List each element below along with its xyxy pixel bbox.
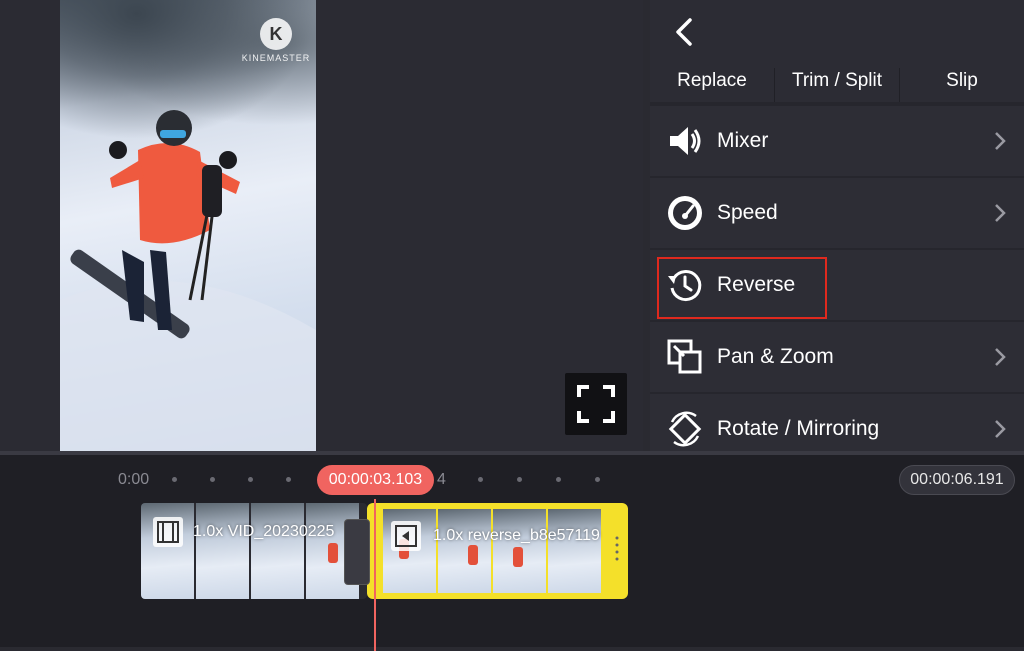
- ruler-tick: [248, 477, 253, 482]
- chevron-right-icon: [995, 204, 1006, 222]
- ruler-tick: [286, 477, 291, 482]
- fullscreen-icon: [577, 385, 615, 423]
- menu-item-mixer[interactable]: Mixer: [650, 106, 1024, 176]
- menu-item-pan-zoom[interactable]: Pan & Zoom: [650, 322, 1024, 392]
- menu-item-label: Mixer: [717, 129, 769, 152]
- transition-handle[interactable]: [344, 519, 370, 585]
- pan-zoom-icon: [667, 339, 702, 374]
- menu-item-label: Speed: [717, 201, 778, 224]
- timeline-clip-1[interactable]: 1.0x VID_20230225: [141, 503, 367, 599]
- timeline[interactable]: 0:00 4 00:00:06.191 1.0x VID_20230225 1.…: [0, 451, 1024, 651]
- chevron-right-icon: [995, 420, 1006, 438]
- ruler-start-label: 0:00: [118, 471, 150, 488]
- speaker-icon: [670, 127, 701, 155]
- ruler-tick: [172, 477, 177, 482]
- kinemaster-watermark: K KINEMASTER: [236, 18, 316, 63]
- ruler-tick: [517, 477, 522, 482]
- ruler-tick: [556, 477, 561, 482]
- clip-resize-handle-icon[interactable]: [614, 533, 620, 563]
- ruler-tick: [210, 477, 215, 482]
- menu-item-label: Rotate / Mirroring: [717, 417, 880, 440]
- video-frame: K KINEMASTER: [60, 0, 316, 451]
- chevron-right-icon: [995, 132, 1006, 150]
- playhead-time: 00:00:03.103: [317, 465, 434, 495]
- film-strip-icon: [153, 517, 183, 547]
- tab-replace[interactable]: Replace: [650, 68, 775, 102]
- clip-thumbnail: [251, 503, 304, 599]
- reverse-highlight-box: [657, 257, 827, 319]
- kinemaster-logo-icon: K: [260, 18, 292, 50]
- clip-title: 1.0x reverse_b8e57119: [433, 527, 600, 544]
- playhead[interactable]: [374, 499, 376, 651]
- clip-thumbnail: [438, 509, 491, 593]
- chevron-right-icon: [995, 348, 1006, 366]
- watermark-text: KINEMASTER: [241, 53, 311, 63]
- ruler-mark-label: 4: [437, 471, 446, 488]
- rotate-icon: [668, 411, 702, 447]
- total-duration: 00:00:06.191: [899, 465, 1015, 495]
- tab-slip[interactable]: Slip: [900, 68, 1024, 102]
- menu-item-speed[interactable]: Speed: [650, 178, 1024, 248]
- fullscreen-button[interactable]: [565, 373, 627, 435]
- reverse-film-icon: [391, 521, 421, 551]
- clip-title: 1.0x VID_20230225: [193, 523, 335, 540]
- timeline-clip-2-selected[interactable]: 1.0x reverse_b8e57119: [367, 503, 628, 599]
- ruler-tick: [478, 477, 483, 482]
- edit-tabs: Replace Trim / Split Slip: [650, 68, 1024, 102]
- ruler-tick: [595, 477, 600, 482]
- video-preview-area: K KINEMASTER: [0, 0, 643, 451]
- clip-thumbnail: [493, 509, 546, 593]
- clip-thumbnail: [548, 509, 601, 593]
- clip-options-panel: Replace Trim / Split Slip Mixer Speed Re…: [650, 0, 1024, 451]
- clip-thumbnail: [196, 503, 249, 599]
- menu-item-rotate-mirroring[interactable]: Rotate / Mirroring: [650, 394, 1024, 451]
- snowboarder-image: [60, 110, 316, 451]
- speedometer-icon: [668, 196, 702, 230]
- tab-trim-split[interactable]: Trim / Split: [775, 68, 900, 102]
- menu-item-label: Pan & Zoom: [717, 345, 834, 368]
- back-arrow-icon[interactable]: [668, 14, 704, 50]
- panel-header: [650, 0, 1024, 68]
